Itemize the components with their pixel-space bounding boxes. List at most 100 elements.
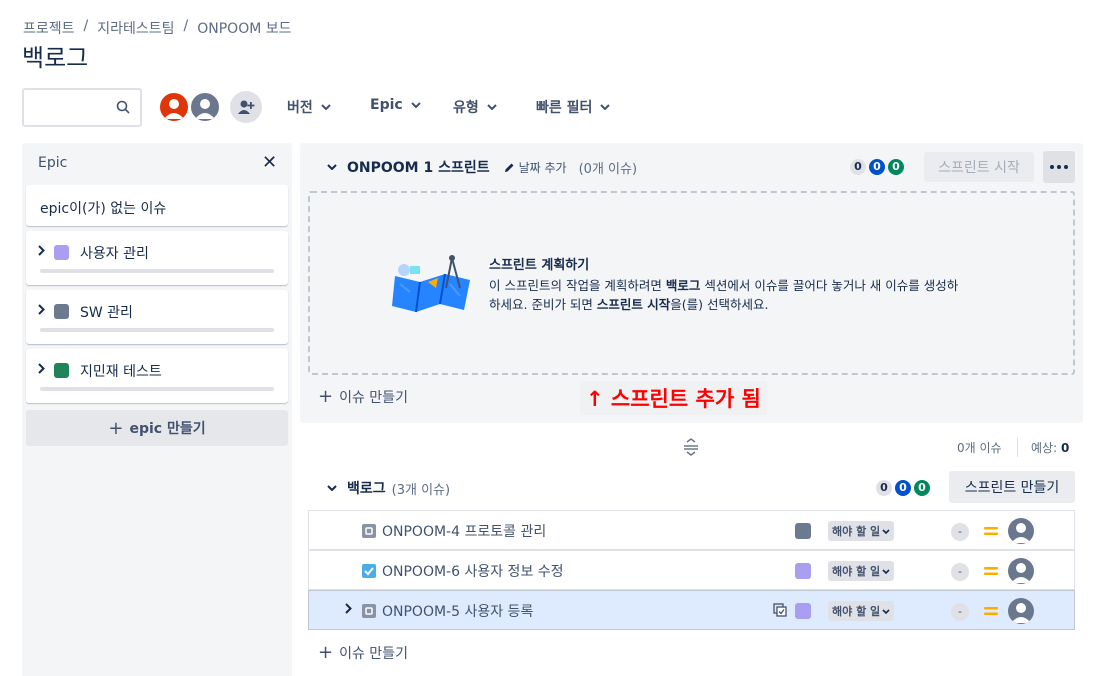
- estimate-summary: 예상: 0: [1031, 439, 1069, 456]
- issue-key: ONPOOM-6: [382, 564, 461, 580]
- epic-item-label: epic이(가) 없는 이슈: [40, 198, 166, 218]
- chevron-right-icon[interactable]: [38, 304, 45, 315]
- create-issue-label: 이슈 만들기: [339, 645, 408, 662]
- type-filter[interactable]: 유형: [453, 97, 497, 117]
- plus-icon: +: [318, 386, 334, 407]
- epic-color-swatch: [54, 304, 69, 319]
- filter-label: 유형: [453, 100, 479, 116]
- chevron-down-icon[interactable]: [327, 485, 337, 491]
- epic-item[interactable]: 지민재 테스트: [26, 349, 288, 403]
- epic-progress-bar: [40, 269, 274, 273]
- estimate-value: 0: [1060, 441, 1070, 455]
- priority-medium-icon: [984, 527, 998, 535]
- more-icon[interactable]: [1043, 151, 1075, 183]
- backlog-header: 백로그 (3개 이슈): [327, 478, 450, 498]
- issue-title[interactable]: ONPOOM-6 사용자 정보 수정: [382, 561, 564, 581]
- assignee-avatar[interactable]: [1008, 598, 1034, 624]
- backlog-issue-count: (3개 이슈): [391, 482, 451, 498]
- issue-key: ONPOOM-5: [382, 604, 461, 620]
- plan-text: 하세요. 준비가 되면: [489, 297, 597, 312]
- todo-count-badge: 0: [876, 480, 892, 496]
- epic-item-label: 지민재 테스트: [80, 364, 162, 380]
- chevron-right-icon[interactable]: [38, 363, 45, 374]
- create-issue-button[interactable]: + 이슈 만들기: [318, 642, 408, 663]
- sprint-name: ONPOOM 1 스프린트: [347, 160, 490, 176]
- priority-medium-icon: [984, 607, 998, 615]
- search-icon: [116, 100, 130, 114]
- status-dropdown[interactable]: 해야 할 일: [828, 601, 895, 621]
- breadcrumb: 프로젝트 / 지라테스트팀 / ONPOOM 보드: [23, 18, 292, 38]
- epic-filter[interactable]: Epic: [370, 97, 421, 113]
- issue-count-summary: 0개 이슈: [957, 441, 1002, 455]
- plan-text-bold: 백로그: [665, 278, 701, 293]
- epic-color-swatch: [795, 563, 811, 579]
- search-input[interactable]: [22, 88, 142, 127]
- chevron-down-icon: [882, 608, 890, 614]
- pencil-icon: [504, 163, 514, 172]
- plus-icon: +: [318, 642, 334, 663]
- epic-item-no-epic[interactable]: epic이(가) 없는 이슈: [26, 185, 288, 226]
- breadcrumb-board[interactable]: ONPOOM 보드: [197, 18, 291, 38]
- assignee-avatar[interactable]: [1008, 518, 1034, 544]
- add-person-icon[interactable]: [230, 91, 262, 123]
- plan-text: 섹션에서 이슈를 끌어다 놓거나 새 이슈를 생성하: [700, 278, 959, 293]
- issue-row[interactable]: ONPOOM-5 사용자 등록 해야 할 일 -: [308, 590, 1075, 630]
- assignee-avatar[interactable]: [1008, 558, 1034, 584]
- issue-title[interactable]: ONPOOM-5 사용자 등록: [382, 601, 533, 621]
- done-count-badge: 0: [888, 159, 904, 175]
- issue-summary: 사용자 정보 수정: [464, 564, 564, 580]
- sprint-plan-title: 스프린트 계획하기: [489, 258, 590, 273]
- create-epic-label: epic 만들기: [129, 421, 206, 437]
- plan-text: 이 스프린트의 작업을 계획하려면: [489, 278, 666, 293]
- epic-item-label: SW 관리: [80, 305, 133, 321]
- annotation-label: ↑ 스프린트 추가 됨: [580, 381, 767, 415]
- breadcrumb-projects[interactable]: 프로젝트: [23, 18, 75, 38]
- epic-panel-title: Epic: [38, 155, 68, 171]
- chevron-down-icon: [600, 104, 611, 110]
- backlog-title: 백로그: [347, 481, 386, 497]
- plus-icon: +: [108, 417, 124, 439]
- chevron-down-icon: [321, 104, 331, 110]
- version-filter[interactable]: 버전: [287, 97, 331, 117]
- breadcrumb-project[interactable]: 지라테스트팀: [97, 18, 174, 38]
- epic-color-swatch: [54, 245, 69, 260]
- sprint-status-badges: 0 0 0: [850, 159, 904, 175]
- chevron-down-icon[interactable]: [327, 164, 337, 170]
- epic-suffix: 이(가) 없는 이슈: [69, 201, 167, 217]
- sprint-header: ONPOOM 1 스프린트 날짜 추가 (0개 이슈): [327, 157, 637, 177]
- quick-filter[interactable]: 빠른 필터: [536, 97, 611, 117]
- story-checkbox-icon: [362, 564, 376, 578]
- avatar[interactable]: [158, 91, 190, 123]
- avatar[interactable]: [189, 91, 221, 123]
- create-sprint-button[interactable]: 스프린트 만들기: [949, 471, 1075, 503]
- create-epic-button[interactable]: + epic 만들기: [26, 410, 288, 446]
- create-issue-label: 이슈 만들기: [339, 389, 408, 406]
- status-dropdown[interactable]: 해야 할 일: [828, 521, 895, 541]
- epic-item[interactable]: SW 관리: [26, 290, 288, 344]
- epic-item[interactable]: 사용자 관리: [26, 231, 288, 285]
- status-label: 해야 할 일: [832, 605, 881, 618]
- status-label: 해야 할 일: [832, 525, 881, 538]
- status-dropdown[interactable]: 해야 할 일: [828, 561, 895, 581]
- chevron-right-icon[interactable]: [38, 245, 45, 256]
- backlog-status-badges: 0 0 0: [876, 480, 930, 496]
- close-icon[interactable]: ✕: [262, 152, 277, 173]
- add-date-button[interactable]: 날짜 추가: [504, 159, 567, 176]
- issue-row[interactable]: ONPOOM-6 사용자 정보 수정 해야 할 일 -: [308, 550, 1075, 590]
- issue-row[interactable]: ONPOOM-4 프로토콜 관리 해야 할 일 -: [308, 510, 1075, 550]
- page-title: 백로그: [22, 44, 89, 72]
- issue-title[interactable]: ONPOOM-4 프로토콜 관리: [382, 521, 546, 541]
- plan-text: 을(를) 선택하세요.: [670, 297, 769, 312]
- chevron-down-icon: [487, 104, 497, 110]
- add-date-label: 날짜 추가: [518, 160, 567, 175]
- filter-label: 버전: [287, 100, 313, 116]
- chevron-right-icon[interactable]: [345, 603, 352, 614]
- breadcrumb-separator: /: [83, 18, 89, 34]
- resize-handle-icon[interactable]: [683, 438, 699, 456]
- start-sprint-button[interactable]: 스프린트 시작: [924, 152, 1034, 182]
- estimate-badge: -: [951, 563, 969, 581]
- done-count-badge: 0: [914, 480, 930, 496]
- estimate-badge: -: [951, 603, 969, 621]
- create-issue-button[interactable]: + 이슈 만들기: [318, 386, 408, 407]
- epic-color-swatch: [54, 363, 69, 378]
